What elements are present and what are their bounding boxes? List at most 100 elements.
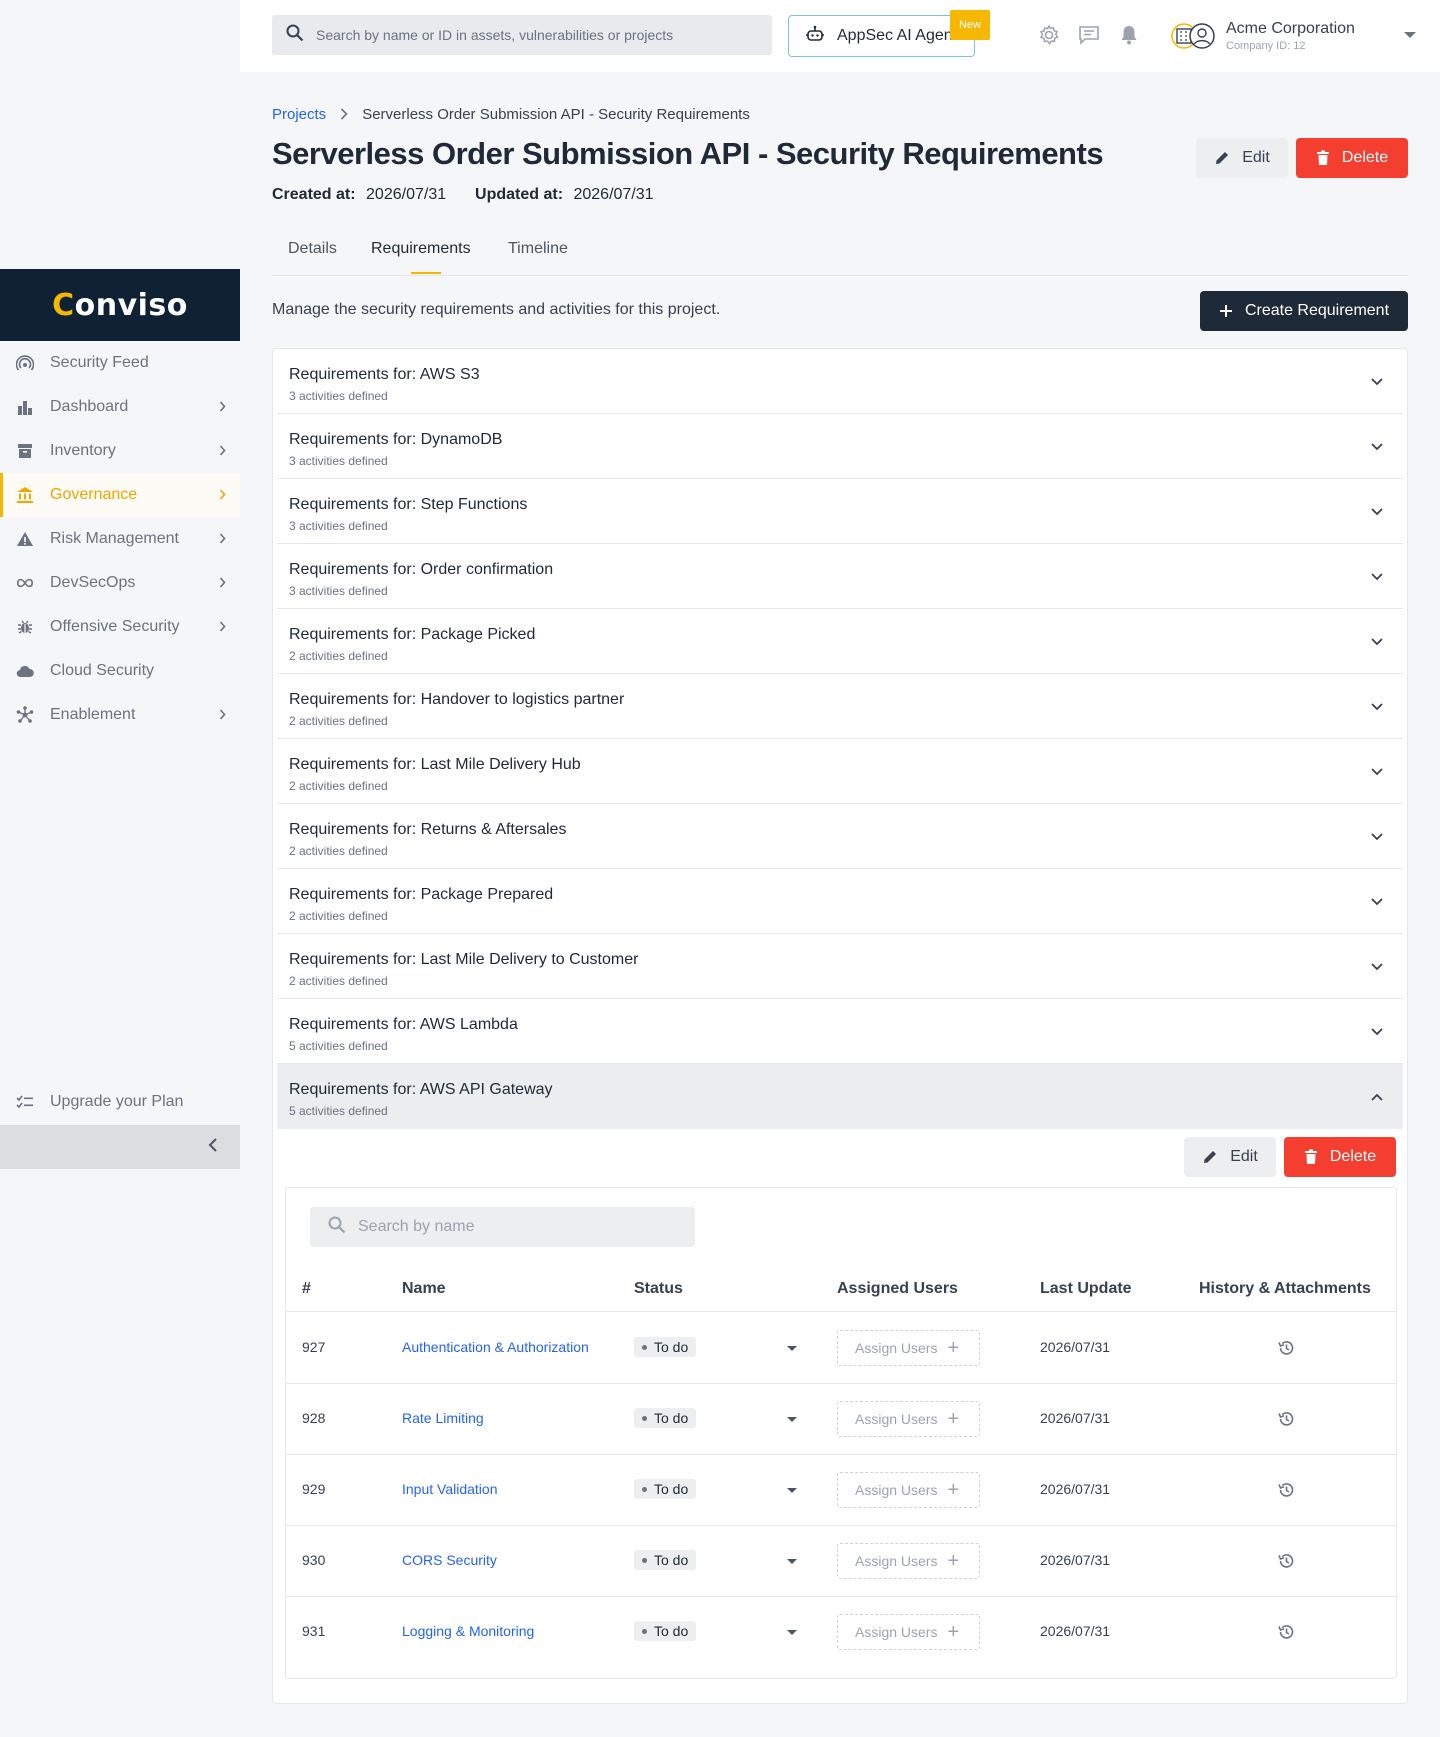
tab-details[interactable]: Details xyxy=(288,240,337,272)
caret-down-icon xyxy=(1404,32,1416,38)
delete-requirement-label: Delete xyxy=(1329,1148,1377,1165)
requirement-title: Requirements for: AWS S3 xyxy=(289,366,480,383)
history-icon[interactable] xyxy=(1277,1552,1295,1575)
status-label: To do xyxy=(654,1481,689,1497)
requirement-accordion-item[interactable]: Requirements for: Order confirmation 3 ac… xyxy=(277,544,1403,609)
requirement-accordion-item[interactable]: Requirements for: DynamoDB 3 activities d… xyxy=(277,414,1403,479)
archive-icon xyxy=(16,442,34,460)
requirement-activity-count: 2 activities defined xyxy=(289,974,388,988)
activity-last-update: 2026/07/31 xyxy=(1040,1481,1111,1497)
requirement-accordion-item[interactable]: Requirements for: Returns & Aftersales 2 … xyxy=(277,804,1403,869)
requirement-accordion-item[interactable]: Requirements for: Package Picked 2 activi… xyxy=(277,609,1403,674)
delete-project-button[interactable]: Delete xyxy=(1296,138,1408,178)
status-dropdown-toggle[interactable] xyxy=(787,1346,797,1351)
chevron-right-icon xyxy=(219,575,226,593)
bank-icon xyxy=(16,486,34,504)
breadcrumb-projects-link[interactable]: Projects xyxy=(272,106,326,123)
sidebar-item-cloud-security[interactable]: Cloud Security xyxy=(0,649,240,693)
assign-users-button[interactable]: Assign Users + xyxy=(837,1614,980,1650)
assign-users-button[interactable]: Assign Users + xyxy=(837,1330,980,1366)
status-dropdown-toggle[interactable] xyxy=(787,1630,797,1635)
sidebar-item-risk-management[interactable]: Risk Management xyxy=(0,517,240,561)
assign-users-label: Assign Users xyxy=(855,1624,938,1640)
tab-timeline[interactable]: Timeline xyxy=(508,240,568,272)
activity-name-link[interactable]: CORS Security xyxy=(402,1552,497,1568)
project-tabs: Details Requirements Timeline xyxy=(272,230,1408,276)
requirement-accordion-item[interactable]: Requirements for: AWS API Gateway 5 activ… xyxy=(277,1064,1403,1129)
tab-requirements[interactable]: Requirements xyxy=(371,240,471,274)
collapse-sidebar-button[interactable] xyxy=(0,1125,240,1169)
logo[interactable]: Conviso xyxy=(0,269,240,341)
appsec-ai-agent-label: AppSec AI Agent xyxy=(837,27,958,44)
history-icon[interactable] xyxy=(1277,1481,1295,1504)
requirement-accordion-item[interactable]: Requirements for: Package Prepared 2 acti… xyxy=(277,869,1403,934)
sidebar-item-label: Inventory xyxy=(50,442,116,459)
sidebar-item-security-feed[interactable]: Security Feed xyxy=(0,341,240,385)
requirement-accordion-item[interactable]: Requirements for: Last Mile Delivery to … xyxy=(277,934,1403,999)
chevron-down-icon xyxy=(1371,763,1383,781)
requirement-accordion-item[interactable]: Requirements for: AWS S3 3 activities def… xyxy=(277,349,1403,414)
sidebar-item-enablement[interactable]: Enablement xyxy=(0,693,240,737)
messages-button[interactable] xyxy=(1078,25,1100,48)
pencil-icon xyxy=(1214,150,1230,166)
sidebar-item-devsecops[interactable]: DevSecOps xyxy=(0,561,240,605)
status-dot xyxy=(642,1415,647,1421)
assign-users-button[interactable]: Assign Users + xyxy=(837,1543,980,1579)
activity-name-link[interactable]: Authentication & Authorization xyxy=(402,1339,589,1355)
upgrade-plan-link[interactable]: Upgrade your Plan xyxy=(0,1080,240,1124)
global-search-input[interactable] xyxy=(316,27,746,43)
chevron-right-icon xyxy=(219,619,226,637)
assign-users-label: Assign Users xyxy=(855,1482,938,1498)
requirement-accordion-item[interactable]: Requirements for: AWS Lambda 5 activities… xyxy=(277,999,1403,1064)
requirement-title: Requirements for: Package Prepared xyxy=(289,886,554,903)
company-selector[interactable]: Acme Corporation Company ID: 12 xyxy=(1170,16,1430,56)
history-icon[interactable] xyxy=(1277,1623,1295,1646)
status-dropdown-toggle[interactable] xyxy=(787,1488,797,1493)
activity-search-input[interactable] xyxy=(358,1218,678,1236)
status-badge: To do xyxy=(634,1337,697,1357)
activity-name-link[interactable]: Logging & Monitoring xyxy=(402,1623,534,1639)
requirement-accordion-item[interactable]: Requirements for: Last Mile Delivery Hub… xyxy=(277,739,1403,804)
assign-users-button[interactable]: Assign Users + xyxy=(837,1401,980,1437)
requirement-activity-count: 3 activities defined xyxy=(289,584,388,598)
requirement-accordion-item[interactable]: Requirements for: Handover to logistics … xyxy=(277,674,1403,739)
create-requirement-button[interactable]: Create Requirement xyxy=(1200,291,1408,331)
status-label: To do xyxy=(654,1339,689,1355)
sidebar-item-label: Security Feed xyxy=(50,354,149,371)
activity-search[interactable] xyxy=(310,1207,695,1247)
activity-name-link[interactable]: Input Validation xyxy=(402,1481,497,1497)
table-row: 930 CORS Security To do Assign Users +2026/0… xyxy=(286,1526,1396,1597)
global-search[interactable] xyxy=(272,15,772,55)
chevron-down-icon xyxy=(1371,633,1383,651)
requirement-activity-count: 3 activities defined xyxy=(289,519,388,533)
appsec-ai-agent-button[interactable]: AppSec AI Agent xyxy=(788,15,975,57)
delete-requirement-button[interactable]: Delete xyxy=(1284,1137,1396,1177)
checklist-icon xyxy=(16,1095,34,1109)
history-icon[interactable] xyxy=(1277,1410,1295,1433)
search-icon xyxy=(286,24,304,47)
settings-button[interactable] xyxy=(1038,23,1060,48)
status-dropdown-toggle[interactable] xyxy=(787,1559,797,1564)
edit-project-button[interactable]: Edit xyxy=(1196,138,1288,178)
sidebar-item-offensive-security[interactable]: Offensive Security xyxy=(0,605,240,649)
assign-users-button[interactable]: Assign Users + xyxy=(837,1472,980,1508)
activity-last-update: 2026/07/31 xyxy=(1040,1552,1111,1568)
sidebar-item-inventory[interactable]: Inventory xyxy=(0,429,240,473)
delete-project-label: Delete xyxy=(1341,149,1389,166)
project-dates: Created at: 2026/07/31 Updated at: 2026/… xyxy=(272,186,654,204)
requirement-accordion-item[interactable]: Requirements for: Step Functions 3 activi… xyxy=(277,479,1403,544)
trash-icon xyxy=(1316,150,1330,166)
sidebar-item-dashboard[interactable]: Dashboard xyxy=(0,385,240,429)
requirement-activity-count: 2 activities defined xyxy=(289,909,388,923)
sidebar-item-governance[interactable]: Governance xyxy=(0,473,240,517)
activity-name-link[interactable]: Rate Limiting xyxy=(402,1410,484,1426)
chevron-left-icon xyxy=(208,1137,218,1157)
chevron-right-icon xyxy=(219,487,226,505)
plus-icon xyxy=(1219,304,1233,318)
bar-chart-icon xyxy=(16,398,34,416)
history-icon[interactable] xyxy=(1277,1339,1295,1362)
logo-text: Conviso xyxy=(52,287,188,323)
notifications-button[interactable] xyxy=(1118,25,1140,48)
status-dropdown-toggle[interactable] xyxy=(787,1417,797,1422)
edit-requirement-button[interactable]: Edit xyxy=(1184,1137,1276,1177)
